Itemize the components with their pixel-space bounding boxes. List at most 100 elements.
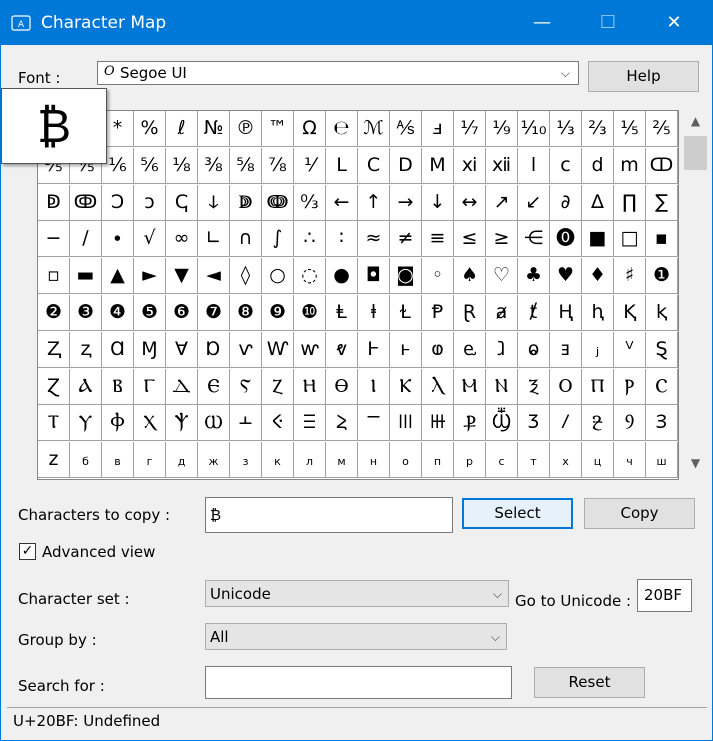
character-cell[interactable]: Ⲁ (70, 368, 102, 405)
character-cell[interactable]: ↑ (358, 184, 390, 221)
character-cell[interactable]: ↅ (166, 184, 198, 221)
character-cell[interactable]: ∩ (230, 221, 262, 258)
character-cell[interactable]: Ɒ (198, 331, 230, 368)
character-cell[interactable]: ⅍ (390, 111, 422, 147)
scroll-up-icon[interactable]: ▲ (682, 114, 709, 134)
character-cell[interactable]: Ɽ (454, 295, 486, 331)
character-cell[interactable]: ◘ (358, 258, 390, 295)
character-cell[interactable]: Ⅾ (390, 147, 422, 184)
character-cell[interactable]: ⱷ (422, 331, 454, 368)
character-cell[interactable]: ■ (582, 221, 614, 258)
character-cell[interactable]: ⱨ (582, 295, 614, 331)
character-cell[interactable]: Ⲑ (326, 368, 358, 405)
character-cell[interactable]: т (518, 442, 550, 479)
character-cell[interactable]: Ⲕ (390, 368, 422, 405)
character-cell[interactable]: ○ (262, 258, 294, 295)
character-cell[interactable]: Ⲝ (518, 368, 550, 405)
character-cell[interactable]: Ⲿ (422, 405, 454, 442)
character-cell[interactable]: ⅽ (550, 147, 582, 184)
character-cell[interactable]: ♥ (550, 258, 582, 295)
character-cell[interactable]: Ⲋ (230, 368, 262, 405)
character-cell[interactable]: ⅿ (614, 147, 646, 184)
font-select[interactable]: O Segoe UI ⌵ (97, 61, 579, 85)
character-cell[interactable]: Ⳇ (550, 405, 582, 442)
character-cell[interactable]: % (134, 111, 166, 147)
character-cell[interactable]: ⅼ (518, 147, 550, 184)
character-cell[interactable]: Ɐ (166, 331, 198, 368)
character-cell[interactable]: ⅝ (230, 147, 262, 184)
character-cell[interactable]: Ⲅ (134, 368, 166, 405)
grid-scrollbar[interactable]: ▲ ▼ (682, 110, 709, 480)
character-cell[interactable]: Ⅿ (422, 147, 454, 184)
character-cell[interactable]: ⅻ (486, 147, 518, 184)
character-cell[interactable]: ◄ (198, 258, 230, 295)
character-cell[interactable]: ⱺ (518, 331, 550, 368)
character-cell[interactable]: ⅚ (134, 147, 166, 184)
character-cell[interactable]: ↗ (486, 184, 518, 221)
scroll-thumb[interactable] (684, 136, 707, 170)
character-cell[interactable]: ℓ (166, 111, 198, 147)
character-cell[interactable]: ▲ (102, 258, 134, 295)
character-cell[interactable]: п (422, 442, 454, 479)
character-cell[interactable]: ⋲ (518, 221, 550, 258)
character-cell[interactable]: Ⲯ (166, 405, 198, 442)
character-cell[interactable]: Ⲙ (454, 368, 486, 405)
character-cell[interactable]: Ɑ (102, 331, 134, 368)
character-cell[interactable]: ▼ (166, 258, 198, 295)
character-cell[interactable]: ► (134, 258, 166, 295)
character-cell[interactable]: ⅞ (262, 147, 294, 184)
character-cell[interactable]: Ⲣ (614, 368, 646, 405)
character-cell[interactable]: ❾ (262, 295, 294, 331)
character-cell[interactable]: ● (326, 258, 358, 295)
character-cell[interactable]: ◙ (390, 258, 422, 295)
character-cell[interactable]: Ⳉ (582, 405, 614, 442)
character-cell[interactable]: ◦ (422, 258, 454, 295)
character-cell[interactable]: ◊ (230, 258, 262, 295)
character-cell[interactable]: ↇ (230, 184, 262, 221)
character-cell[interactable]: ↈ (262, 184, 294, 221)
character-cell[interactable]: н (358, 442, 390, 479)
character-cell[interactable]: ↉ (294, 184, 326, 221)
character-cell[interactable]: ↁ (38, 184, 70, 221)
character-cell[interactable]: Ⲃ (102, 368, 134, 405)
character-cell[interactable]: л (294, 442, 326, 479)
character-cell[interactable]: Ⱶ (358, 331, 390, 368)
character-cell[interactable]: х (550, 442, 582, 479)
character-cell[interactable]: ↀ (646, 147, 678, 184)
character-cell[interactable]: Ⲉ (198, 368, 230, 405)
character-cell[interactable]: ← (326, 184, 358, 221)
character-cell[interactable]: ♦ (582, 258, 614, 295)
character-cell[interactable]: ∶ (326, 221, 358, 258)
character-cell[interactable]: ∕ (70, 221, 102, 258)
character-cell[interactable]: ⅓ (550, 111, 582, 147)
character-cell[interactable]: Ⲏ (294, 368, 326, 405)
character-cell[interactable]: в (102, 442, 134, 479)
character-cell[interactable]: ↓ (422, 184, 454, 221)
character-cell[interactable]: Ⲛ (486, 368, 518, 405)
character-cell[interactable]: № (198, 111, 230, 147)
character-cell[interactable]: ⅎ (422, 111, 454, 147)
character-cell[interactable]: Ⲥ (646, 368, 678, 405)
character-cell[interactable]: ▪ (646, 221, 678, 258)
copy-button[interactable]: Copy (584, 498, 695, 529)
character-cell[interactable]: ⱹ (486, 331, 518, 368)
character-cell[interactable]: ∟ (198, 221, 230, 258)
title-bar[interactable]: A Character Map — ☐ ✕ (1, 1, 712, 45)
character-cell[interactable]: → (390, 184, 422, 221)
character-cell[interactable]: ◌ (294, 258, 326, 295)
character-cell[interactable]: ⱴ (326, 331, 358, 368)
character-cell[interactable]: Ⱡ (326, 295, 358, 331)
character-cell[interactable]: Ⲹ (326, 405, 358, 442)
minimize-button[interactable]: — (519, 1, 565, 45)
character-cell[interactable]: ⅔ (582, 111, 614, 147)
character-cell[interactable]: Ⲭ (134, 405, 166, 442)
character-cell[interactable]: р (454, 442, 486, 479)
character-cell[interactable]: ⱶ (390, 331, 422, 368)
character-cell[interactable]: г (134, 442, 166, 479)
character-cell[interactable]: Ⱨ (550, 295, 582, 331)
character-cell[interactable]: ❸ (70, 295, 102, 331)
character-cell[interactable]: ↆ (198, 184, 230, 221)
help-button[interactable]: Help (588, 61, 699, 92)
character-cell[interactable]: ⱼ (582, 331, 614, 368)
reset-button[interactable]: Reset (534, 667, 645, 698)
